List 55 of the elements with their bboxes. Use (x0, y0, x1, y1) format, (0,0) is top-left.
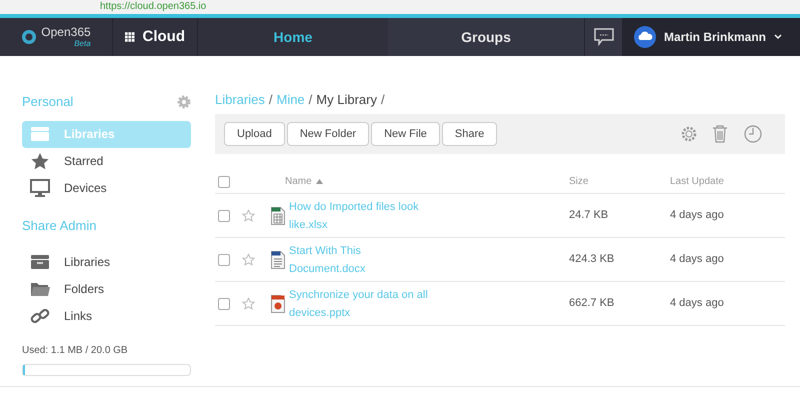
file-updated-time: 4 days ago (670, 296, 724, 312)
storage-usage-text: Used: 1.1 MB / 20.0 GB (22, 344, 129, 358)
chat-button[interactable] (584, 18, 622, 56)
star-icon (30, 152, 50, 170)
app-grid-icon (125, 30, 134, 44)
star-icon[interactable] (242, 253, 255, 266)
sort-ascending-icon (316, 179, 323, 184)
cloud-avatar-icon (634, 26, 656, 48)
sidebar-section-title: Share Admin (22, 216, 96, 234)
toolbar-button[interactable]: Upload (224, 122, 285, 146)
breadcrumb-separator: / (268, 91, 272, 110)
clock-icon[interactable] (744, 125, 762, 143)
beta-label: Beta (74, 39, 91, 48)
document-file-icon (271, 250, 285, 268)
drawer-icon (30, 254, 50, 270)
file-size: 662.7 KB (569, 296, 616, 312)
sidebar-item[interactable]: Starred (22, 148, 191, 174)
toolbar-button[interactable]: Share (442, 122, 498, 146)
spreadsheet-file-icon (271, 206, 285, 224)
toolbar-button[interactable]: New Folder (286, 122, 370, 146)
star-icon[interactable] (242, 297, 255, 310)
presentation-file-icon (271, 294, 285, 312)
trash-icon[interactable] (712, 125, 728, 143)
file-updated-time: 4 days ago (670, 208, 724, 224)
logo-icon (21, 29, 38, 45)
folder-icon (30, 280, 50, 296)
link-icon (30, 306, 50, 324)
nav-tab[interactable]: Groups (388, 18, 584, 56)
sidebar-item[interactable]: Devices (22, 174, 191, 202)
breadcrumb-separator: / (308, 91, 312, 110)
sidebar-item[interactable]: Links (22, 302, 191, 329)
row-checkbox[interactable] (218, 298, 230, 310)
sidebar-item[interactable]: Libraries (22, 248, 191, 275)
sidebar-item[interactable]: Folders (22, 275, 191, 302)
settings-icon[interactable] (177, 94, 191, 109)
file-size: 424.3 KB (569, 252, 616, 268)
breadcrumb-current: My Library (316, 91, 377, 110)
file-updated-time: 4 days ago (670, 252, 724, 268)
file-size: 24.7 KB (569, 208, 610, 224)
row-checkbox[interactable] (218, 254, 230, 266)
nav-tab[interactable]: Home (198, 18, 388, 56)
logo-text: Open365 (41, 26, 91, 39)
app-title: Cloud (142, 26, 185, 47)
user-menu[interactable]: Martin Brinkmann (622, 18, 800, 56)
star-icon[interactable] (242, 209, 255, 222)
row-checkbox[interactable] (218, 210, 230, 222)
settings-icon[interactable] (680, 125, 698, 143)
drawer-icon (30, 126, 50, 142)
monitor-icon (30, 179, 50, 197)
toolbar-button[interactable]: New File (371, 122, 440, 146)
select-all-checkbox[interactable] (218, 176, 230, 188)
breadcrumb-separator: / (380, 91, 385, 110)
sidebar-section-title: Personal (22, 93, 74, 111)
chevron-down-icon (774, 34, 782, 40)
chat-icon (594, 28, 614, 46)
